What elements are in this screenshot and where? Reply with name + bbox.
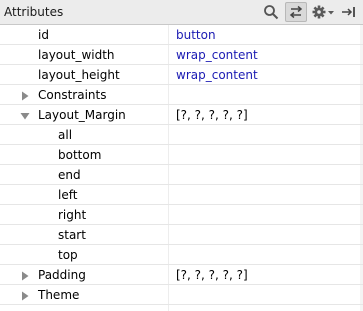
search-icon[interactable] [262,2,280,22]
attribute-name: bottom [58,148,102,162]
attributes-header: Attributes [0,0,363,25]
swap-icon[interactable] [285,2,307,22]
attribute-name: Constraints [38,88,107,102]
attribute-row[interactable]: Layout_Margin [?, ?, ?, ?, ?] [0,105,363,125]
attribute-value[interactable]: wrap_content [176,65,258,85]
attribute-name: layout_height [38,68,120,82]
attribute-row[interactable]: layout_width wrap_content [0,45,363,65]
attribute-row[interactable]: start [0,225,363,245]
panel-title: Attributes [4,5,64,19]
attribute-row[interactable]: Constraints [0,85,363,105]
attribute-name: end [58,168,81,182]
attribute-row[interactable]: end [0,165,363,185]
attribute-row[interactable]: Theme [0,285,363,305]
attribute-name: left [58,188,78,202]
attribute-name: layout_width [38,48,115,62]
attribute-value[interactable]: [?, ?, ?, ?, ?] [176,105,248,125]
attribute-name: all [58,128,73,142]
expand-arrow-icon[interactable] [20,91,30,101]
attribute-value[interactable]: button [176,25,216,45]
expand-arrow-icon[interactable] [20,291,30,301]
attribute-name: top [58,248,78,262]
pin-panel-icon[interactable] [340,2,358,22]
attribute-row[interactable]: left [0,185,363,205]
attribute-name: Theme [38,288,80,302]
attribute-row[interactable]: top [0,245,363,265]
attribute-name: Layout_Margin [38,108,126,122]
attribute-row[interactable]: bottom [0,145,363,165]
attribute-value[interactable]: wrap_content [176,45,258,65]
collapse-arrow-icon[interactable] [20,111,30,121]
attributes-tree: id button layout_width wrap_content layout_h… [0,25,363,305]
attribute-row[interactable]: id button [0,25,363,45]
attribute-name: start [58,228,86,242]
attribute-name: Padding [38,268,86,282]
expand-arrow-icon[interactable] [20,271,30,281]
attribute-value[interactable]: [?, ?, ?, ?, ?] [176,265,248,285]
attribute-row[interactable]: layout_height wrap_content [0,65,363,85]
attribute-row[interactable]: all [0,125,363,145]
attribute-name: id [38,28,49,42]
gear-dropdown-icon[interactable] [312,2,336,22]
attribute-row[interactable]: right [0,205,363,225]
attribute-name: right [58,208,87,222]
attribute-row[interactable]: Padding [?, ?, ?, ?, ?] [0,265,363,285]
